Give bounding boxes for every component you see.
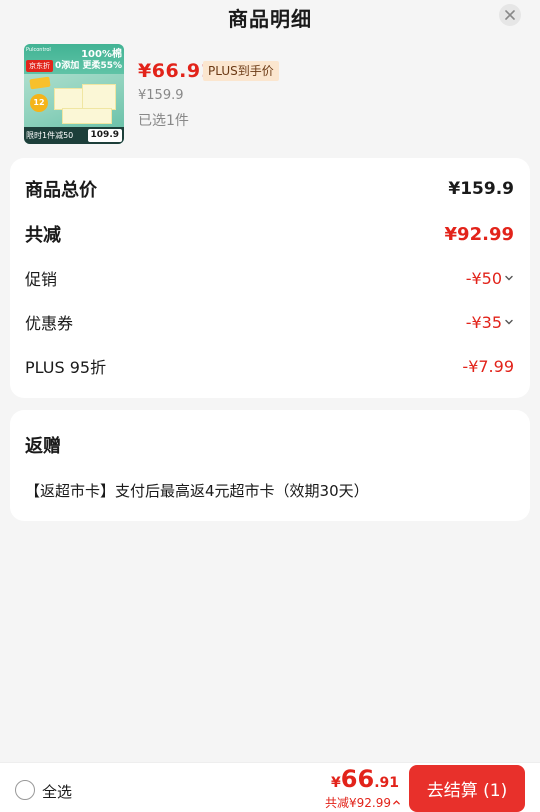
promo-label: 促销 xyxy=(25,270,58,289)
coupon-value-group[interactable]: -¥35 xyxy=(466,313,514,332)
chevron-down-icon xyxy=(505,319,513,325)
order-detail-sheet: 商品明细 Pulcontrol 京东折 100%棉 0添加 更柔55% 12 限… xyxy=(0,0,540,812)
total-price: ¥ 66 .91 xyxy=(331,765,399,793)
total-integer: 66 xyxy=(340,765,375,793)
promo-value: -¥50 xyxy=(465,268,502,288)
close-button[interactable] xyxy=(499,4,521,26)
discount-label: 共减 xyxy=(25,225,61,246)
thumbnail-headline-2: 0添加 更柔55% xyxy=(55,61,122,71)
close-icon xyxy=(505,10,515,20)
thumbnail-package xyxy=(54,88,84,110)
discount-row: 共减 ¥92.99 xyxy=(25,222,514,247)
product-selected-count: 已选1件 xyxy=(138,113,189,129)
discount-summary-text: 共减¥92.99 xyxy=(325,796,391,810)
plus-discount-row: PLUS 95折 -¥7.99 xyxy=(25,354,514,378)
total-decimal: .91 xyxy=(374,775,399,791)
checkout-button[interactable]: 去结算 (1) xyxy=(409,765,525,812)
coupon-value: -¥35 xyxy=(465,312,502,332)
subtotal-row: 商品总价 ¥159.9 xyxy=(25,177,514,201)
select-all-label[interactable]: 全选 xyxy=(42,781,72,802)
checkout-bar: 全选 ¥ 66 .91 共减¥92.99 去结算 (1) xyxy=(0,762,540,812)
promo-value-group[interactable]: -¥50 xyxy=(466,269,514,288)
plus-discount-value: -¥7.99 xyxy=(462,356,514,376)
gift-card: 返赠 【返超市卡】支付后最高返4元超市卡（效期30天） xyxy=(10,410,530,521)
coupon-label: 优惠券 xyxy=(25,314,74,333)
chevron-down-icon xyxy=(505,275,513,281)
thumbnail-brand-tag: Pulcontrol xyxy=(26,47,51,53)
coupon-row[interactable]: 优惠券 -¥35 xyxy=(25,310,514,334)
product-thumbnail[interactable]: Pulcontrol 京东折 100%棉 0添加 更柔55% 12 限时1件减5… xyxy=(24,44,124,144)
chevron-up-icon xyxy=(393,800,400,805)
subtotal-label: 商品总价 xyxy=(25,180,97,201)
discount-value: ¥92.99 xyxy=(444,223,514,245)
plus-discount-label: PLUS 95折 xyxy=(25,358,107,377)
total-currency: ¥ xyxy=(331,775,341,791)
gift-title: 返赠 xyxy=(25,436,61,457)
product-original-price: ¥159.9 xyxy=(138,88,184,103)
subtotal-value: ¥159.9 xyxy=(448,179,514,199)
header: 商品明细 xyxy=(0,0,540,34)
promo-row[interactable]: 促销 -¥50 xyxy=(25,266,514,290)
thumbnail-count-badge: 12 xyxy=(30,94,48,112)
product-row[interactable]: Pulcontrol 京东折 100%棉 0添加 更柔55% 12 限时1件减5… xyxy=(24,44,524,144)
thumbnail-package xyxy=(82,84,116,110)
page-title: 商品明细 xyxy=(228,7,312,31)
jd-logo: 京东折 xyxy=(26,60,53,72)
plus-price-tag: PLUS到手价 xyxy=(203,61,279,81)
radio-unchecked-icon[interactable] xyxy=(15,780,35,800)
thumbnail-price: 109.9 xyxy=(87,129,122,142)
thumbnail-seal xyxy=(29,76,51,90)
price-summary-card: 商品总价 ¥159.9 共减 ¥92.99 促销 -¥50 优惠券 -¥35 P… xyxy=(10,158,530,398)
thumbnail-promo-text: 限时1件减50 xyxy=(26,131,74,140)
discount-summary[interactable]: 共减¥92.99 xyxy=(325,794,401,811)
thumbnail-package xyxy=(62,108,112,124)
gift-description: 【返超市卡】支付后最高返4元超市卡（效期30天） xyxy=(25,482,369,500)
